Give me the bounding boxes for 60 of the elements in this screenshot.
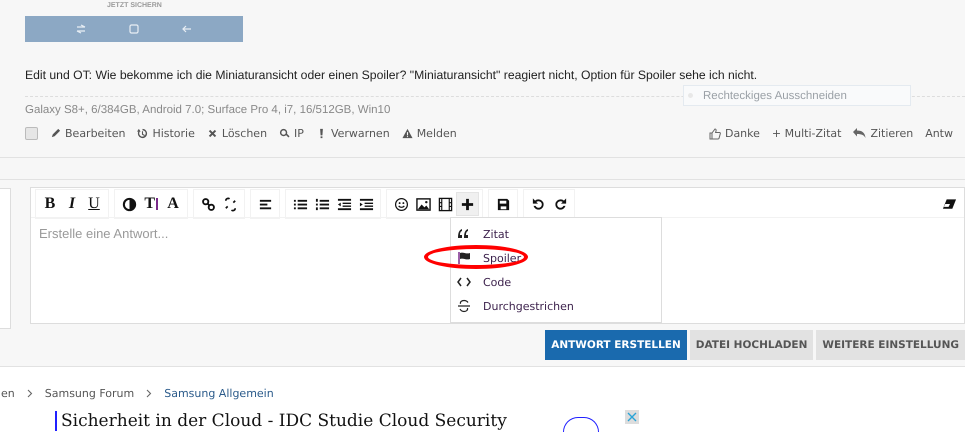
reply-arrow-icon [853,128,866,139]
ad-headline[interactable]: Sicherheit in der Cloud - IDC Studie Cloud Security [55,411,507,431]
italic-button[interactable]: I [61,192,83,216]
link-icon [200,196,216,212]
undo-icon [530,196,546,212]
breadcrumb-link[interactable]: en [1,387,15,400]
unlink-icon [222,196,238,212]
post-action-link[interactable]: Löschen [206,127,268,140]
flag-icon [457,251,471,265]
breadcrumb-link[interactable]: Samsung Forum [44,387,134,400]
history-icon [137,128,148,139]
insert-button[interactable] [456,192,479,216]
post-action-link[interactable]: Antw [925,127,953,140]
eraser-icon [942,198,956,210]
bold-button[interactable]: B [39,192,61,216]
menu-item[interactable]: Spoiler [451,246,661,270]
strikethrough-icon [457,299,471,313]
form-button[interactable]: WEITERE EINSTELLUNG [816,330,965,360]
quote-marks-icon [457,227,471,241]
thumbs-up-icon [708,128,721,140]
chevron-icon [146,389,152,398]
numbers-icon [314,196,330,212]
save-icon [496,196,510,212]
outdent-icon [336,196,352,212]
post-action-link[interactable]: Zitieren [853,127,914,140]
menu-item[interactable]: Zitat [451,222,661,246]
menu-item[interactable]: Durchgestrichen [451,294,661,318]
ad-close-icon[interactable] [624,410,639,424]
font-button[interactable]: A [162,192,184,216]
contrast-icon [122,196,136,212]
search-icon [279,128,290,139]
image-icon [416,196,430,212]
indent-icon [358,196,374,212]
reply-editor[interactable]: B I U T A Zitat Spoiler Code Durchgestrichen Erstelle eine Antwort... [30,187,965,324]
pencil-icon [50,128,61,139]
form-button[interactable]: DATEI HOCHLADEN [690,330,814,360]
ghost-tooltip: Rechteckiges Ausschneiden [683,85,911,106]
chevron-icon [26,389,33,398]
post-action-link[interactable]: + Multi-Zitat [772,127,842,140]
select-checkbox[interactable] [25,127,38,140]
warning-triangle-icon [402,128,413,139]
media-icon [438,196,452,212]
cross-icon [206,128,218,139]
post-action-link[interactable]: Bearbeiten [50,127,126,140]
redo-icon [552,196,568,212]
post-action-link[interactable]: Danke [708,127,760,140]
form-button[interactable]: ANTWORT ERSTELLEN [545,330,687,360]
signature-text: Galaxy S8+, 6/384GB, Android 7.0; Surface Pro 4, i7, 16/512GB, Win10 [25,104,392,116]
smiley-icon [394,196,408,212]
post-text: Edit und OT: Wie bekomme ich die Miniaturansicht oder einen Spoiler? "Miniaturansicht" reagiert nicht, Option für Spoiler sehe ich nicht. [25,68,758,82]
post-action-link[interactable]: Verwarnen [316,127,390,140]
post-action-link[interactable]: Melden [402,127,457,140]
post-action-link[interactable]: IP [279,127,304,140]
size-button[interactable]: T [140,192,162,216]
post-action-link[interactable]: Historie [137,127,195,140]
plus-icon [460,196,475,212]
breadcrumb-link[interactable]: Samsung Allgemein [164,387,274,400]
underline-button[interactable]: U [83,192,105,216]
code-brackets-icon [457,275,471,289]
menu-item[interactable]: Code [451,270,661,294]
